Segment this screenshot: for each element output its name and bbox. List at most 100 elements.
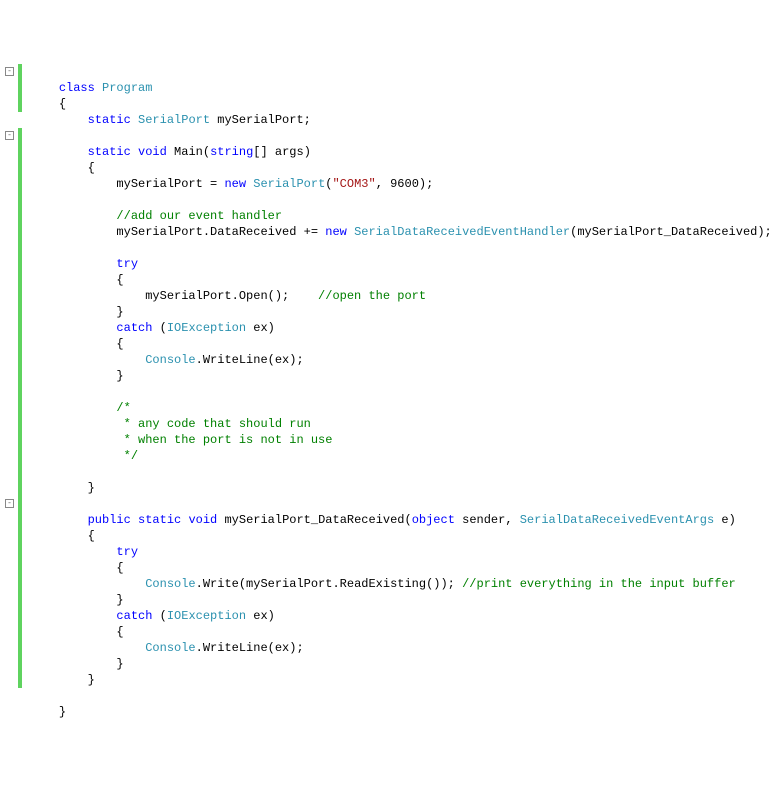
fold-gutter: - - - — [0, 64, 18, 720]
line — [30, 193, 37, 207]
text: mySerialPort.Open(); — [145, 289, 318, 303]
string-literal: "COM3" — [332, 177, 375, 191]
line: Console.WriteLine(ex); — [30, 641, 304, 655]
line: */ — [30, 449, 138, 463]
comment: //open the port — [318, 289, 426, 303]
line: } — [30, 673, 95, 687]
keyword: try — [116, 545, 138, 559]
change-marker-gutter — [18, 64, 24, 720]
text: (mySerialPort_DataReceived); — [570, 225, 772, 239]
keyword: public — [88, 513, 131, 527]
comment: //add our event handler — [116, 209, 282, 223]
line: { — [30, 273, 124, 287]
fold-toggle-icon[interactable]: - — [5, 499, 14, 508]
keyword: class — [59, 81, 95, 95]
punct: ; — [304, 113, 311, 127]
type-name: Console — [145, 353, 195, 367]
line: try — [30, 257, 138, 271]
type-name: IOException — [167, 321, 246, 335]
identifier: mySerialPort — [217, 113, 303, 127]
type-name: IOException — [167, 609, 246, 623]
type-name: SerialPort — [253, 177, 325, 191]
line — [30, 241, 37, 255]
keyword: void — [138, 145, 167, 159]
line: { — [30, 529, 95, 543]
type-name: Program — [102, 81, 152, 95]
identifier: mySerialPort_DataReceived — [224, 513, 404, 527]
brace: { — [116, 337, 123, 351]
brace: } — [116, 657, 123, 671]
line: } — [30, 593, 124, 607]
line: { — [30, 337, 124, 351]
line: * when the port is not in use — [30, 433, 332, 447]
keyword: new — [224, 177, 246, 191]
text: ex) — [246, 609, 275, 623]
brace: { — [88, 161, 95, 175]
fold-toggle-icon[interactable]: - — [5, 67, 14, 76]
punct: [] args) — [253, 145, 311, 159]
fold-toggle-icon[interactable]: - — [5, 131, 14, 140]
brace: { — [88, 529, 95, 543]
type-name: SerialDataReceivedEventArgs — [520, 513, 714, 527]
line — [30, 385, 37, 399]
line: mySerialPort.Open(); //open the port — [30, 289, 426, 303]
punct: ( — [152, 609, 166, 623]
line: catch (IOException ex) — [30, 609, 275, 623]
brace: } — [116, 593, 123, 607]
brace: } — [116, 369, 123, 383]
line: { — [30, 625, 124, 639]
line: * any code that should run — [30, 417, 311, 431]
line: { — [30, 161, 95, 175]
line: } — [30, 369, 124, 383]
line: Console.WriteLine(ex); — [30, 353, 304, 367]
text: mySerialPort = — [116, 177, 224, 191]
punct: ( — [152, 321, 166, 335]
line — [30, 465, 37, 479]
code-content[interactable]: class Program { static SerialPort mySeri… — [26, 64, 772, 720]
comment: * when the port is not in use — [116, 433, 332, 447]
text: mySerialPort.DataReceived += — [116, 225, 325, 239]
keyword: new — [325, 225, 347, 239]
brace: { — [116, 561, 123, 575]
keyword: string — [210, 145, 253, 159]
line: } — [30, 481, 95, 495]
code-editor[interactable]: - - - class Program { static SerialPort … — [0, 64, 784, 720]
change-marker — [18, 128, 22, 688]
line: //add our event handler — [30, 209, 282, 223]
text: .WriteLine(ex); — [196, 353, 304, 367]
keyword: catch — [116, 321, 152, 335]
keyword: static — [138, 513, 181, 527]
brace: } — [59, 705, 66, 719]
brace: { — [59, 97, 66, 111]
line: } — [30, 305, 124, 319]
change-marker — [18, 64, 22, 112]
line: static void Main(string[] args) — [30, 145, 311, 159]
comment: */ — [116, 449, 138, 463]
line: static SerialPort mySerialPort; — [30, 113, 311, 127]
text: e) — [714, 513, 736, 527]
keyword: catch — [116, 609, 152, 623]
text: ex) — [246, 321, 275, 335]
line — [30, 129, 37, 143]
text: sender, — [455, 513, 520, 527]
line: Console.Write(mySerialPort.ReadExisting(… — [30, 577, 736, 591]
line: catch (IOException ex) — [30, 321, 275, 335]
keyword: void — [188, 513, 217, 527]
comment: /* — [116, 401, 130, 415]
keyword: static — [88, 145, 131, 159]
line: mySerialPort = new SerialPort("COM3", 96… — [30, 177, 433, 191]
type-name: Console — [145, 577, 195, 591]
keyword: object — [412, 513, 455, 527]
brace: { — [116, 625, 123, 639]
line — [30, 497, 37, 511]
line: public static void mySerialPort_DataRece… — [30, 513, 736, 527]
text: .WriteLine(ex); — [196, 641, 304, 655]
punct: ( — [405, 513, 412, 527]
line: mySerialPort.DataReceived += new SerialD… — [30, 225, 772, 239]
punct: , 9600); — [376, 177, 434, 191]
line: class Program — [30, 81, 152, 95]
line: { — [30, 561, 124, 575]
line: } — [30, 705, 66, 719]
line: /* — [30, 401, 131, 415]
comment: * any code that should run — [116, 417, 310, 431]
